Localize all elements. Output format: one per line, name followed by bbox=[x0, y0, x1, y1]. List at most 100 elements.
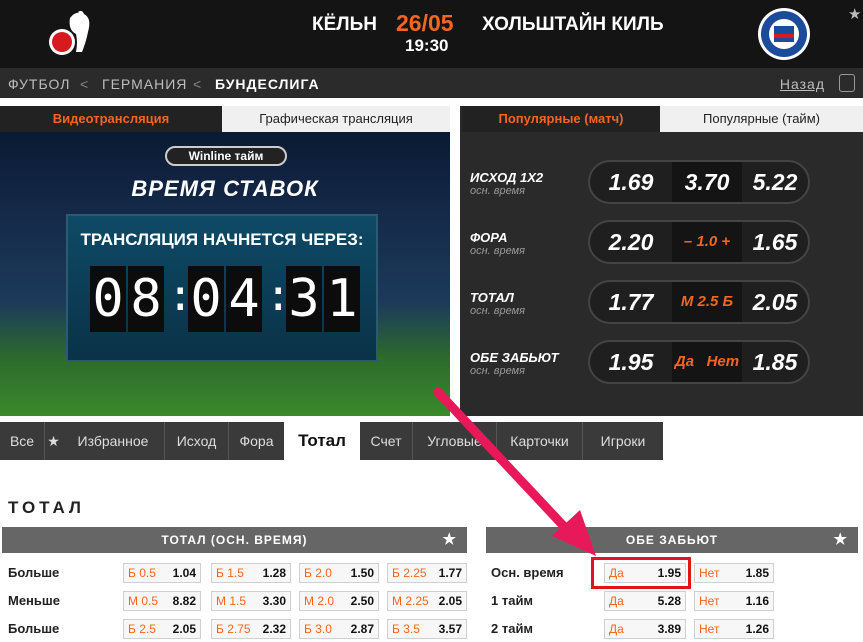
odd-cell[interactable]: Б 2.75 2.32 bbox=[211, 619, 291, 639]
odd-cell[interactable]: М 1.5 3.30 bbox=[211, 591, 291, 611]
yes-label: Да bbox=[609, 594, 624, 608]
odd-button[interactable]: 2.05 bbox=[742, 282, 808, 322]
winline-badge: Winline тайм bbox=[165, 146, 287, 166]
odd-value: 2.50 bbox=[350, 594, 374, 608]
breadcrumb-league: БУНДЕСЛИГА bbox=[215, 76, 320, 92]
both-score-table-header: ОБЕ ЗАБЬЮТ ★ bbox=[486, 527, 858, 553]
odd-value: 1.50 bbox=[350, 566, 374, 580]
row-label: Больше bbox=[8, 565, 60, 580]
market-sub: осн. время bbox=[470, 305, 526, 317]
odd-value: 2.32 bbox=[262, 622, 286, 636]
odd-cell[interactable]: Б 2.0 1.50 bbox=[299, 563, 379, 583]
odd-button[interactable]: 1.65 bbox=[742, 222, 808, 262]
total-line: М 0.5 bbox=[128, 594, 159, 608]
odd-cell-yes[interactable]: Да 5.28 bbox=[604, 591, 686, 611]
odd-button[interactable]: 3.70 bbox=[672, 162, 742, 202]
nav-score[interactable]: Счет bbox=[360, 422, 412, 460]
tab-graphic[interactable]: Графическая трансляция bbox=[222, 106, 450, 132]
back-link[interactable]: Назад bbox=[780, 76, 825, 92]
row-label: Осн. время bbox=[491, 565, 564, 580]
nav-favorites[interactable]: Избранное bbox=[62, 422, 164, 460]
row-label: 2 тайм bbox=[491, 621, 534, 636]
section-title: ТОТАЛ bbox=[8, 498, 85, 517]
odd-cell[interactable]: Б 2.25 1.77 bbox=[387, 563, 467, 583]
odd-button[interactable]: 1.77 bbox=[590, 282, 672, 322]
odd-value: 1.85 bbox=[745, 566, 769, 580]
countdown-digit: 8 bbox=[128, 266, 164, 332]
nav-total[interactable]: Тотал bbox=[284, 422, 360, 460]
nav-cards[interactable]: Карточки bbox=[496, 422, 582, 460]
match-date: 26/05 bbox=[396, 10, 454, 36]
breadcrumb: ФУТБОЛ < ГЕРМАНИЯ < БУНДЕСЛИГА Назад bbox=[0, 68, 863, 98]
market-name: ОБЕ ЗАБЬЮТ bbox=[470, 350, 559, 365]
match-time: 19:30 bbox=[405, 36, 449, 55]
odd-button[interactable]: 1.95 bbox=[590, 342, 672, 382]
nav-outcome[interactable]: Исход bbox=[164, 422, 228, 460]
odd-cell[interactable]: М 0.5 8.82 bbox=[123, 591, 201, 611]
countdown-digit: 1 bbox=[324, 266, 360, 332]
odd-value: 3.89 bbox=[657, 622, 681, 636]
total-line: Б 3.5 bbox=[392, 622, 420, 636]
odd-cell-no[interactable]: Нет 1.26 bbox=[694, 619, 774, 639]
market-both-score: ОБЕ ЗАБЬЮТ осн. время bbox=[470, 350, 559, 377]
bet-time-title: ВРЕМЯ СТАВОК bbox=[131, 176, 319, 201]
market-sub: осн. время bbox=[470, 245, 526, 257]
total-line: Б 2.75 bbox=[216, 622, 251, 636]
odd-value: 3.30 bbox=[262, 594, 286, 608]
odd-button[interactable]: 2.20 bbox=[590, 222, 672, 262]
odds-bar: 1.69 3.70 5.22 bbox=[588, 160, 810, 204]
market-sub: осн. время bbox=[470, 365, 526, 377]
star-icon[interactable]: ★ bbox=[834, 527, 848, 553]
nav-all[interactable]: Все bbox=[0, 422, 44, 460]
tab-popular-match[interactable]: Популярные (матч) bbox=[462, 106, 660, 132]
chevron-left-icon: < bbox=[80, 76, 90, 92]
odd-cell[interactable]: Б 2.5 2.05 bbox=[123, 619, 201, 639]
kiel-logo-icon bbox=[758, 8, 810, 60]
no-label: Нет bbox=[699, 622, 720, 636]
match-header: КЁЛЬН 26/05 19:30 ХОЛЬШТАЙН КИЛЬ ★ bbox=[0, 0, 863, 68]
total-line: Б 2.5 bbox=[128, 622, 156, 636]
tab-popular-half[interactable]: Популярные (тайм) bbox=[660, 106, 863, 132]
nav-handicap[interactable]: Фора bbox=[228, 422, 284, 460]
total-selector[interactable]: М 2.5 Б bbox=[672, 282, 742, 322]
odd-cell[interactable]: Б 0.5 1.04 bbox=[123, 563, 201, 583]
total-table-header: ТОТАЛ (ОСН. ВРЕМЯ) ★ bbox=[2, 527, 467, 553]
breadcrumb-country[interactable]: ГЕРМАНИЯ bbox=[102, 76, 187, 92]
odd-value: 1.77 bbox=[438, 566, 462, 580]
nav-corners[interactable]: Угловые bbox=[412, 422, 496, 460]
odd-value: 5.28 bbox=[657, 594, 681, 608]
odd-value: 8.82 bbox=[172, 594, 196, 608]
nav-players[interactable]: Игроки bbox=[582, 422, 663, 460]
market-total: ТОТАЛ осн. время bbox=[470, 290, 525, 317]
stadium-background: Winline тайм ВРЕМЯ СТАВОК ТРАНСЛЯЦИЯ НАЧ… bbox=[0, 132, 450, 416]
star-icon[interactable]: ★ bbox=[44, 422, 62, 460]
star-icon[interactable]: ★ bbox=[443, 527, 457, 553]
odd-cell[interactable]: М 2.0 2.50 bbox=[299, 591, 379, 611]
row-label: Меньше bbox=[8, 593, 60, 608]
market-handicap: ФОРА осн. время bbox=[470, 230, 525, 257]
countdown-label: ТРАНСЛЯЦИЯ НАЧНЕТСЯ ЧЕРЕЗ: bbox=[80, 230, 364, 249]
handicap-selector[interactable]: – 1.0 + bbox=[672, 222, 742, 262]
favorite-star-icon[interactable]: ★ bbox=[848, 5, 861, 23]
odd-cell[interactable]: Б 3.5 3.57 bbox=[387, 619, 467, 639]
breadcrumb-sport[interactable]: ФУТБОЛ bbox=[8, 76, 70, 92]
odd-value: 2.05 bbox=[438, 594, 462, 608]
tab-video[interactable]: Видеотрансляция bbox=[0, 106, 222, 132]
odd-button[interactable]: 1.85 bbox=[742, 342, 808, 382]
market-1x2: ИСХОД 1Х2 осн. время bbox=[470, 170, 543, 197]
odd-value: 1.16 bbox=[745, 594, 769, 608]
odd-button[interactable]: 5.22 bbox=[742, 162, 808, 202]
odd-cell[interactable]: Б 1.5 1.28 bbox=[211, 563, 291, 583]
odd-cell[interactable]: М 2.25 2.05 bbox=[387, 591, 467, 611]
odd-value: 1.04 bbox=[172, 566, 196, 580]
odds-bar: 2.20 – 1.0 + 1.65 bbox=[588, 220, 810, 264]
odd-cell[interactable]: Б 3.0 2.87 bbox=[299, 619, 379, 639]
odd-button[interactable]: 1.69 bbox=[590, 162, 672, 202]
odd-cell-no[interactable]: Нет 1.85 bbox=[694, 563, 774, 583]
yes-no-selector[interactable]: Да Нет bbox=[672, 342, 742, 382]
odd-cell-yes[interactable]: Да 3.89 bbox=[604, 619, 686, 639]
odd-cell-no[interactable]: Нет 1.16 bbox=[694, 591, 774, 611]
odd-value: 2.05 bbox=[172, 622, 196, 636]
pin-icon[interactable] bbox=[839, 74, 855, 92]
odd-value: 1.26 bbox=[745, 622, 769, 636]
